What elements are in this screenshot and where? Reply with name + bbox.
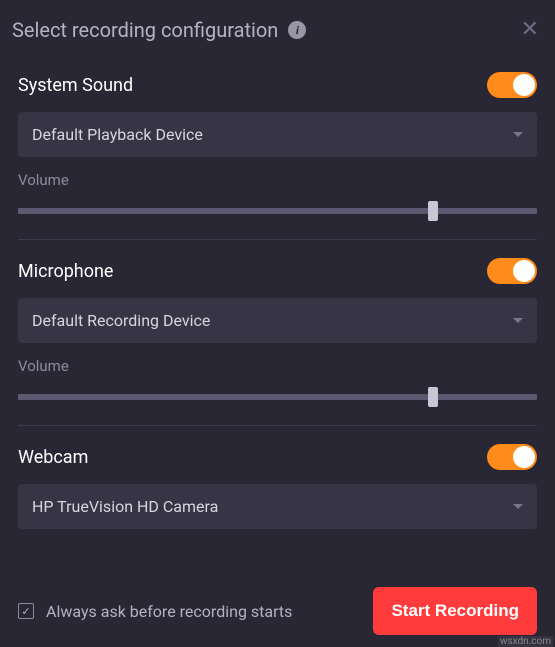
divider — [18, 425, 537, 426]
system-sound-volume-label: Volume — [18, 171, 537, 189]
webcam-section: Webcam HP TrueVision HD Camera — [0, 444, 555, 529]
microphone-toggle[interactable] — [487, 258, 537, 284]
always-ask-label: Always ask before recording starts — [46, 602, 361, 621]
watermark: wsxdn.com — [498, 636, 553, 647]
dialog-header: Select recording configuration i ✕ — [0, 0, 555, 54]
microphone-device-value: Default Recording Device — [32, 311, 210, 330]
dialog-footer: ✓ Always ask before recording starts Sta… — [0, 571, 555, 647]
microphone-volume-slider[interactable] — [18, 387, 537, 407]
system-sound-device-dropdown[interactable]: Default Playback Device — [18, 112, 537, 157]
always-ask-checkbox[interactable]: ✓ — [18, 603, 34, 619]
system-sound-title: System Sound — [18, 75, 133, 96]
start-recording-button[interactable]: Start Recording — [373, 587, 537, 635]
dialog-title: Select recording configuration — [12, 18, 278, 42]
webcam-title: Webcam — [18, 447, 88, 468]
microphone-device-dropdown[interactable]: Default Recording Device — [18, 298, 537, 343]
system-sound-device-value: Default Playback Device — [32, 125, 203, 144]
microphone-volume-label: Volume — [18, 357, 537, 375]
webcam-toggle[interactable] — [487, 444, 537, 470]
divider — [18, 239, 537, 240]
microphone-title: Microphone — [18, 261, 113, 282]
close-icon[interactable]: ✕ — [521, 19, 539, 41]
info-icon[interactable]: i — [288, 21, 306, 39]
chevron-down-icon — [513, 318, 523, 323]
system-sound-section: System Sound Default Playback Device Vol… — [0, 72, 555, 221]
system-sound-toggle[interactable] — [487, 72, 537, 98]
system-sound-volume-slider[interactable] — [18, 201, 537, 221]
chevron-down-icon — [513, 504, 523, 509]
microphone-section: Microphone Default Recording Device Volu… — [0, 258, 555, 407]
chevron-down-icon — [513, 132, 523, 137]
webcam-device-dropdown[interactable]: HP TrueVision HD Camera — [18, 484, 537, 529]
webcam-device-value: HP TrueVision HD Camera — [32, 497, 218, 516]
